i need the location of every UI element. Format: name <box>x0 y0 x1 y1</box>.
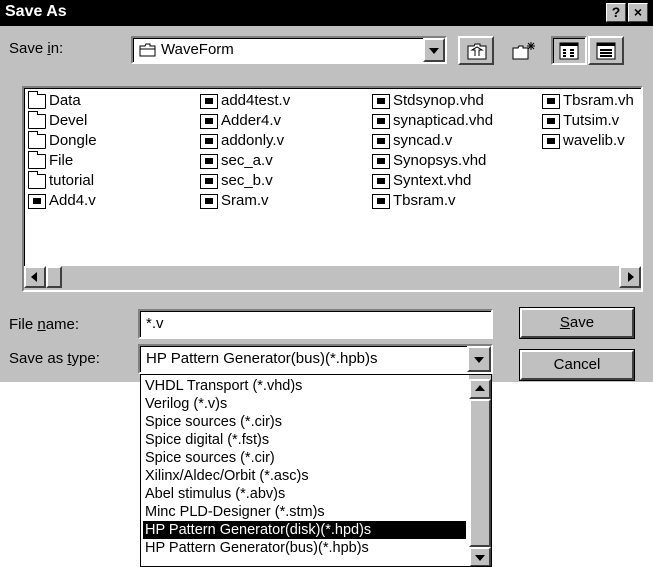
save-in-value: WaveForm <box>161 41 234 58</box>
dropdown-option[interactable]: Minc PLD-Designer (*.stm)s <box>143 503 466 521</box>
document-icon <box>372 174 390 189</box>
document-icon <box>200 134 218 149</box>
list-view-button[interactable] <box>551 36 587 65</box>
scroll-right-button[interactable] <box>619 266 641 288</box>
dropdown-option[interactable]: HP Pattern Generator(bus)(*.hpb)s <box>143 539 466 557</box>
file-name-value: *.v <box>146 315 164 332</box>
save-as-type-label: Save as type: <box>9 350 100 367</box>
document-icon <box>372 154 390 169</box>
arrow-down-icon <box>475 555 485 561</box>
scroll-thumb[interactable] <box>46 266 62 288</box>
file-item-label: Stdsynop.vhd <box>393 92 484 109</box>
list-view-icon <box>559 42 579 60</box>
up-folder-icon <box>467 43 487 60</box>
dropdown-vertical-scrollbar[interactable] <box>469 375 491 566</box>
save-as-type-dropdown-list[interactable]: VHDL Transport (*.vhd)s Verilog (*.v)s Spi… <box>140 374 492 567</box>
dropdown-scroll-thumb[interactable] <box>469 399 491 547</box>
file-item-label: Tbsram.v <box>393 192 456 209</box>
folder-icon <box>28 171 46 189</box>
scroll-left-button[interactable] <box>24 266 46 288</box>
document-icon <box>200 174 218 189</box>
save-as-dialog: Save As ? × Save in: WaveForm Data Devel D… <box>0 0 653 382</box>
dropdown-option[interactable]: Verilog (*.v)s <box>143 395 466 413</box>
window-title: Save As <box>5 3 67 20</box>
dropdown-option[interactable]: Spice digital (*.fst)s <box>143 431 466 449</box>
file-item-label: File <box>49 152 74 169</box>
dropdown-scroll-down-button[interactable] <box>469 547 491 566</box>
file-item-label: sec_b.v <box>221 172 273 189</box>
file-item-label: Add4.v <box>49 192 96 209</box>
file-item-label: addonly.v <box>221 132 285 149</box>
folder-icon <box>28 91 46 109</box>
file-item-label: Syntext.vhd <box>393 172 472 189</box>
file-item-label: Dongle <box>49 132 97 149</box>
document-icon <box>542 114 560 129</box>
up-one-level-button[interactable] <box>458 36 494 65</box>
document-icon <box>200 154 218 169</box>
dropdown-option[interactable]: HP Pattern Generator(disk)(*.hpd)s <box>143 521 466 539</box>
document-icon <box>372 194 390 209</box>
file-item-label: Tutsim.v <box>563 112 620 129</box>
dropdown-option[interactable]: Xilinx/Aldec/Orbit (*.asc)s <box>143 467 466 485</box>
save-as-type-dropdown-arrow[interactable] <box>467 346 491 372</box>
file-item-label: add4test.v <box>221 92 291 109</box>
horizontal-scrollbar[interactable] <box>24 266 641 290</box>
dropdown-scroll-up-button[interactable] <box>469 379 491 399</box>
file-item-label: syncad.v <box>393 132 453 149</box>
file-name-input[interactable]: *.v <box>138 309 493 339</box>
save-as-type-value: HP Pattern Generator(bus)(*.hpb)s <box>146 350 378 367</box>
file-item-label: Data <box>49 92 81 109</box>
folder-icon <box>139 43 156 57</box>
file-item-label: Synopsys.vhd <box>393 152 487 169</box>
file-item-label: tutorial <box>49 172 95 189</box>
arrow-right-icon <box>628 272 634 282</box>
file-item-label: synapticad.vhd <box>393 112 494 129</box>
save-as-type-combo[interactable]: HP Pattern Generator(bus)(*.hpb)s <box>138 344 493 374</box>
close-button[interactable]: × <box>628 3 648 22</box>
dropdown-option[interactable]: Spice sources (*.cir) <box>143 449 466 467</box>
folder-icon <box>28 151 46 169</box>
document-icon <box>200 194 218 209</box>
save-button[interactable]: Save <box>520 308 634 338</box>
document-icon <box>542 94 560 109</box>
document-icon <box>372 114 390 129</box>
document-icon <box>28 194 46 209</box>
document-icon <box>542 134 560 149</box>
file-item-label: sec_a.v <box>221 152 273 169</box>
arrow-up-icon <box>475 385 485 391</box>
save-in-combo[interactable]: WaveForm <box>131 36 447 64</box>
dropdown-option[interactable]: Spice sources (*.cir)s <box>143 413 466 431</box>
new-folder-icon <box>512 42 535 60</box>
new-folder-button[interactable] <box>504 36 540 65</box>
chevron-down-icon <box>474 357 484 363</box>
file-item-label: Adder4.v <box>221 112 282 129</box>
document-icon <box>200 114 218 129</box>
arrow-left-icon <box>31 272 37 282</box>
file-item-label: wavelib.v <box>563 132 625 149</box>
help-button[interactable]: ? <box>606 3 626 22</box>
cancel-button[interactable]: Cancel <box>520 350 634 380</box>
file-item-label: Devel <box>49 112 88 129</box>
dropdown-option[interactable]: Abel stimulus (*.abv)s <box>143 485 466 503</box>
folder-icon <box>28 131 46 149</box>
file-list[interactable]: Data Devel Dongle File tutorial Add4.v add4te… <box>22 86 643 292</box>
document-icon <box>372 134 390 149</box>
details-view-icon <box>596 42 616 60</box>
file-item-label: Tbsram.vh <box>563 92 634 109</box>
folder-icon <box>28 111 46 129</box>
chevron-down-icon <box>429 48 439 54</box>
dropdown-option[interactable]: VHDL Transport (*.vhd)s <box>143 377 466 395</box>
save-in-label: Save in: <box>9 40 64 57</box>
file-item-label: Sram.v <box>221 192 269 209</box>
title-bar: Save As ? × <box>0 0 653 26</box>
save-in-dropdown-arrow[interactable] <box>423 38 445 62</box>
document-icon <box>372 94 390 109</box>
file-name-label: File name: <box>9 316 80 333</box>
details-view-button[interactable] <box>588 36 624 65</box>
document-icon <box>200 94 218 109</box>
